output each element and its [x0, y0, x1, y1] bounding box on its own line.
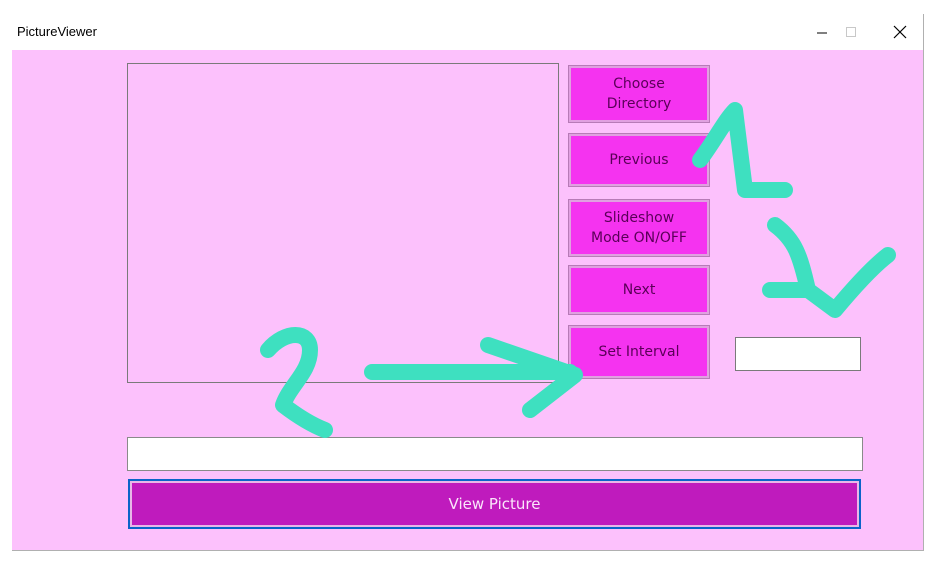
maximize-icon: [846, 27, 856, 37]
slideshow-toggle-button[interactable]: Slideshow Mode ON/OFF: [569, 200, 709, 256]
window-title: PictureViewer: [17, 24, 97, 39]
main-window: PictureViewer Choose Directory Previous …: [12, 14, 924, 551]
previous-button[interactable]: Previous: [569, 134, 709, 186]
next-label: Next: [622, 282, 656, 298]
set-interval-label: Set Interval: [598, 344, 680, 360]
interval-input[interactable]: [735, 337, 861, 371]
next-button[interactable]: Next: [569, 266, 709, 314]
view-picture-button[interactable]: View Picture: [128, 479, 861, 529]
choose-directory-label: Choose Directory: [606, 76, 672, 112]
picture-display: [127, 63, 559, 383]
previous-label: Previous: [609, 152, 669, 168]
path-input[interactable]: [127, 437, 863, 471]
minimize-icon: [817, 32, 827, 34]
maximize-button[interactable]: [828, 14, 874, 50]
choose-directory-button[interactable]: Choose Directory: [569, 66, 709, 122]
title-bar[interactable]: PictureViewer: [12, 14, 923, 50]
set-interval-button[interactable]: Set Interval: [569, 326, 709, 378]
close-icon: [893, 25, 907, 39]
close-button[interactable]: [877, 14, 923, 50]
slideshow-label: Slideshow Mode ON/OFF: [591, 210, 687, 246]
view-picture-label: View Picture: [448, 495, 541, 513]
